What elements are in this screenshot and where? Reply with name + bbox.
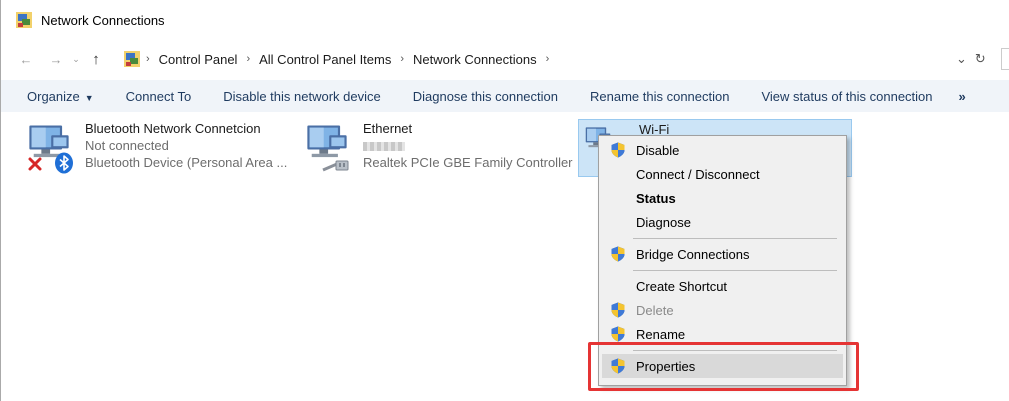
ethernet-adapter-icon xyxy=(303,120,353,174)
connection-name: Ethernet xyxy=(363,121,413,136)
menu-item-label: Create Shortcut xyxy=(636,278,728,294)
diagnose-connection-button[interactable]: Diagnose this connection xyxy=(397,89,574,104)
menu-item-create-shortcut[interactable]: Create Shortcut xyxy=(599,274,846,298)
back-icon[interactable]: ← xyxy=(15,48,37,70)
menu-item-bridge-connections[interactable]: Bridge Connections xyxy=(599,242,846,266)
control-panel-icon xyxy=(124,51,140,67)
uac-shield-icon xyxy=(610,246,626,262)
command-bar: Organize ▼ Connect To Disable this networ… xyxy=(1,80,1009,112)
bluetooth-icon xyxy=(55,152,73,174)
more-commands-button[interactable]: » xyxy=(949,89,982,104)
breadcrumb-separator[interactable]: › xyxy=(246,53,250,65)
uac-shield-icon xyxy=(610,142,626,158)
view-status-button[interactable]: View status of this connection xyxy=(745,89,948,104)
connection-name: Bluetooth Network Connetcion xyxy=(85,121,261,136)
search-box[interactable] xyxy=(1001,48,1009,70)
address-bar[interactable]: › Control Panel › All Control Panel Item… xyxy=(123,44,991,74)
breadcrumb-separator: › xyxy=(146,53,150,65)
disconnected-x-icon xyxy=(28,157,42,171)
recent-locations-icon[interactable]: ⌄ xyxy=(69,48,83,70)
menu-item-disable[interactable]: Disable xyxy=(599,138,846,162)
menu-item-label: Delete xyxy=(636,302,674,318)
uac-shield-icon xyxy=(610,326,626,342)
organize-button[interactable]: Organize ▼ xyxy=(1,89,110,104)
menu-item-status[interactable]: Status xyxy=(599,186,846,210)
redacted-text xyxy=(363,142,405,152)
breadcrumb-control-panel[interactable]: Control Panel xyxy=(159,52,238,67)
breadcrumb-separator[interactable]: › xyxy=(546,53,550,65)
forward-icon[interactable]: → xyxy=(45,48,67,70)
breadcrumb-network-connections[interactable]: Network Connections xyxy=(413,52,537,67)
rename-connection-button[interactable]: Rename this connection xyxy=(574,89,745,104)
organize-label: Organize xyxy=(27,88,80,104)
connection-item-ethernet[interactable]: Ethernet Realtek PCIe GBE Family Control… xyxy=(303,120,573,174)
menu-item-label: Rename xyxy=(636,326,686,342)
network-adapter-icon xyxy=(25,120,75,174)
address-dropdown-icon[interactable]: ⌄ xyxy=(956,51,967,67)
title-bar: Network Connections xyxy=(1,0,1009,40)
refresh-icon[interactable]: ↻ xyxy=(975,51,986,67)
breadcrumb-all-items[interactable]: All Control Panel Items xyxy=(259,52,391,67)
breadcrumb-separator[interactable]: › xyxy=(400,53,404,65)
connection-device: Bluetooth Device (Personal Area ... xyxy=(85,155,288,170)
disable-device-button[interactable]: Disable this network device xyxy=(207,89,397,104)
menu-separator xyxy=(633,238,837,239)
connect-to-button[interactable]: Connect To xyxy=(110,89,208,104)
menu-item-label: Disable xyxy=(636,142,680,158)
connection-status: Not connected xyxy=(85,138,169,153)
menu-item-label: Diagnose xyxy=(636,214,691,230)
window-title: Network Connections xyxy=(41,12,165,28)
menu-item-label: Connect / Disconnect xyxy=(636,166,760,182)
connection-status-redacted xyxy=(363,137,573,154)
network-connections-icon xyxy=(16,12,32,28)
connection-device: Realtek PCIe GBE Family Controller xyxy=(363,155,573,170)
menu-separator xyxy=(633,270,837,271)
up-icon[interactable]: ↑ xyxy=(85,48,107,70)
network-connections-window: Network Connections ← → ⌄ ↑ › Control Pa… xyxy=(0,0,1009,401)
menu-item-connect-disconnect[interactable]: Connect / Disconnect xyxy=(599,162,846,186)
menu-item-delete: Delete xyxy=(599,298,846,322)
menu-item-diagnose[interactable]: Diagnose xyxy=(599,210,846,234)
menu-item-label: Bridge Connections xyxy=(636,246,750,262)
uac-shield-icon xyxy=(610,302,626,318)
address-controls: ⌄ ↻ xyxy=(956,44,986,74)
chevron-down-icon: ▼ xyxy=(84,92,94,103)
ethernet-cable-icon xyxy=(322,160,349,172)
properties-highlight-box xyxy=(588,342,859,391)
connection-item-bluetooth[interactable]: Bluetooth Network Connetcion Not connect… xyxy=(25,120,287,174)
menu-item-label: Status xyxy=(636,190,676,206)
